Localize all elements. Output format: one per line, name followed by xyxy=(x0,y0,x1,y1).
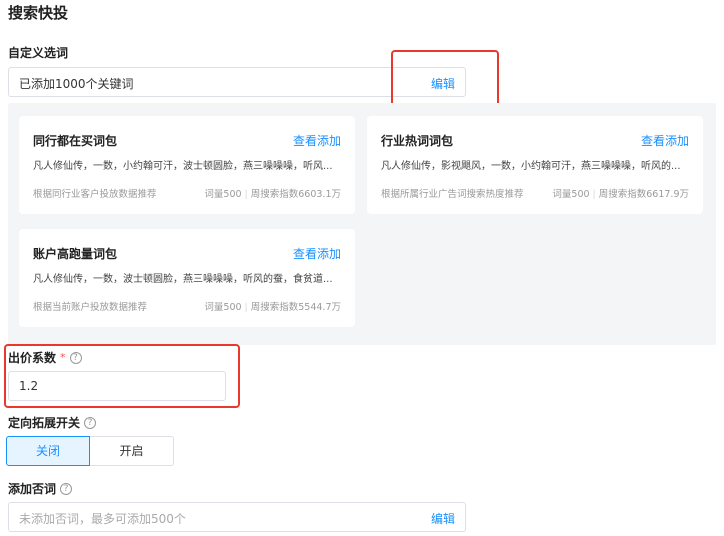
package-footer: 根据当前账户投放数据推荐 词量500 | 周搜索指数5544.7万 xyxy=(33,299,341,313)
package-meta: 词量500 | 周搜索指数6617.9万 xyxy=(552,186,689,200)
negative-keywords-placeholder: 未添加否词，最多可添加500个 xyxy=(19,512,186,526)
custom-keywords-field[interactable]: 已添加1000个关键词 编辑 xyxy=(8,67,466,97)
custom-keywords-label-text: 自定义选词 xyxy=(8,46,69,60)
package-words: 凡人修仙传，影视飓风，一数，小约翰可汗，燕三噪噪噪，听风的... xyxy=(381,161,681,172)
package-index: 周搜索指数6603.1万 xyxy=(250,189,341,200)
package-title: 同行都在买词包 xyxy=(33,134,118,148)
package-title: 行业热词词包 xyxy=(381,134,454,148)
negative-keywords-label-text: 添加否词 xyxy=(8,482,57,496)
package-view-add-link[interactable]: 查看添加 xyxy=(293,132,341,149)
section-title: 搜索快投 xyxy=(8,4,69,22)
package-title: 账户高跑量词包 xyxy=(33,247,118,261)
bid-value: 1.2 xyxy=(19,379,39,393)
negative-keywords-edit-button[interactable]: 编辑 xyxy=(431,510,455,527)
package-view-add-link[interactable]: 查看添加 xyxy=(293,245,341,262)
package-volume: 词量500 xyxy=(204,189,242,200)
package-view-add-link[interactable]: 查看添加 xyxy=(641,132,689,149)
negative-keywords-label: 添加否词 ? xyxy=(8,480,73,497)
help-icon[interactable]: ? xyxy=(69,351,82,364)
package-volume: 词量500 xyxy=(204,302,242,313)
negative-keywords-field[interactable]: 未添加否词，最多可添加500个 编辑 xyxy=(8,502,466,532)
package-footer: 根据同行业客户投放数据推荐 词量500 | 周搜索指数6603.1万 xyxy=(33,186,341,200)
bid-label-text: 出价系数 xyxy=(8,351,57,365)
meta-divider: | xyxy=(244,302,248,313)
package-footer: 根据所属行业广告词搜索热度推荐 词量500 | 周搜索指数6617.9万 xyxy=(381,186,689,200)
package-card: 账户高跑量词包 查看添加 凡人修仙传，一数，波士顿圆脸，燕三噪噪噪，听风的蚕，食… xyxy=(19,229,355,327)
keyword-packages-panel: 同行都在买词包 查看添加 凡人修仙传，一数，小约翰可汗，波士顿圆脸，燕三噪噪噪，… xyxy=(8,103,716,345)
package-source: 根据同行业客户投放数据推荐 xyxy=(33,189,157,200)
package-words: 凡人修仙传，一数，小约翰可汗，波士顿圆脸，燕三噪噪噪，听风... xyxy=(33,161,333,172)
package-volume: 词量500 xyxy=(552,189,590,200)
custom-keywords-edit-button[interactable]: 编辑 xyxy=(431,75,455,92)
bid-label: 出价系数 * ? xyxy=(8,349,82,366)
required-mark: * xyxy=(60,351,66,364)
package-source: 根据当前账户投放数据推荐 xyxy=(33,302,148,313)
package-source: 根据所属行业广告词搜索热度推荐 xyxy=(381,189,524,200)
package-index: 周搜索指数5544.7万 xyxy=(250,302,341,313)
help-icon[interactable]: ? xyxy=(60,482,73,495)
package-words: 凡人修仙传，一数，波士顿圆脸，燕三噪噪噪，听风的蚕，食贫道... xyxy=(33,274,333,285)
package-card: 同行都在买词包 查看添加 凡人修仙传，一数，小约翰可汗，波士顿圆脸，燕三噪噪噪，… xyxy=(19,116,355,214)
bid-input[interactable]: 1.2 xyxy=(8,371,226,401)
targeting-on-button[interactable]: 开启 xyxy=(90,436,174,466)
package-index: 周搜索指数6617.9万 xyxy=(598,189,689,200)
package-meta: 词量500 | 周搜索指数6603.1万 xyxy=(204,186,341,200)
targeting-label-text: 定向拓展开关 xyxy=(8,416,81,430)
package-card: 行业热词词包 查看添加 凡人修仙传，影视飓风，一数，小约翰可汗，燕三噪噪噪，听风… xyxy=(367,116,703,214)
package-meta: 词量500 | 周搜索指数5544.7万 xyxy=(204,299,341,313)
meta-divider: | xyxy=(244,189,248,200)
targeting-off-button[interactable]: 关闭 xyxy=(6,436,90,466)
custom-keywords-value: 已添加1000个关键词 xyxy=(19,77,134,91)
help-icon[interactable]: ? xyxy=(84,416,97,429)
targeting-label: 定向拓展开关 ? xyxy=(8,414,97,431)
meta-divider: | xyxy=(592,189,596,200)
custom-keywords-label: 自定义选词 xyxy=(8,44,68,61)
